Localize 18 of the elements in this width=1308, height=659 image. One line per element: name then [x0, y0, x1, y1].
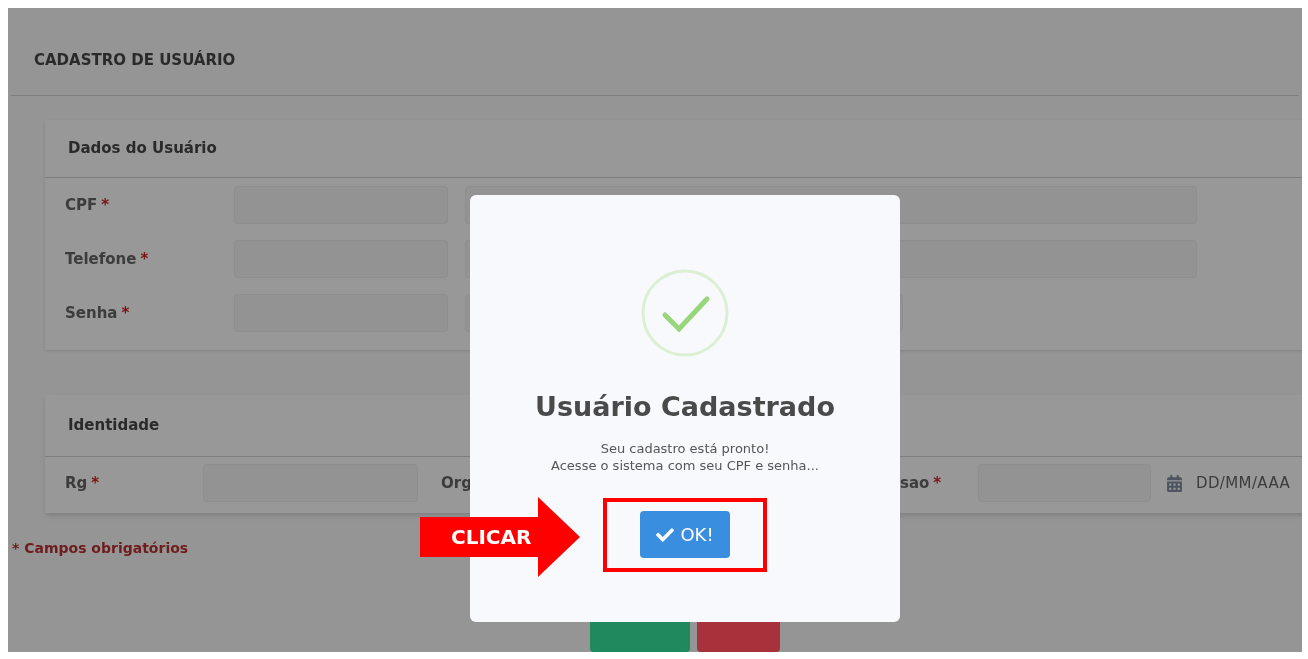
calendar-icon[interactable] — [1167, 474, 1182, 492]
callout-label: CLICAR — [451, 525, 532, 549]
field-label: sao * — [900, 472, 943, 494]
check-icon — [656, 525, 675, 544]
date-field[interactable]: DD/MM/AAA — [1196, 471, 1302, 495]
page-title: CADASTRO DE USUÁRIO — [34, 49, 236, 72]
ok-button[interactable]: OK! — [640, 511, 730, 558]
dialog-title: Usuário Cadastrado — [535, 390, 835, 424]
field-label: CPF * — [65, 194, 111, 216]
success-check-icon — [641, 269, 729, 357]
required-note: * Campos obrigatórios — [12, 539, 190, 558]
field-label: Senha * — [65, 302, 131, 324]
field-label: Telefone * — [65, 248, 150, 270]
field-label: Rg * — [65, 472, 101, 494]
section-title: Dados do Usuário — [68, 138, 217, 160]
dialog-message: Seu cadastro está pronto! Acesse o sistema com seu CPF e senha... — [551, 439, 819, 474]
section-title: Identidade — [68, 415, 160, 437]
field-label: Org — [441, 472, 473, 494]
